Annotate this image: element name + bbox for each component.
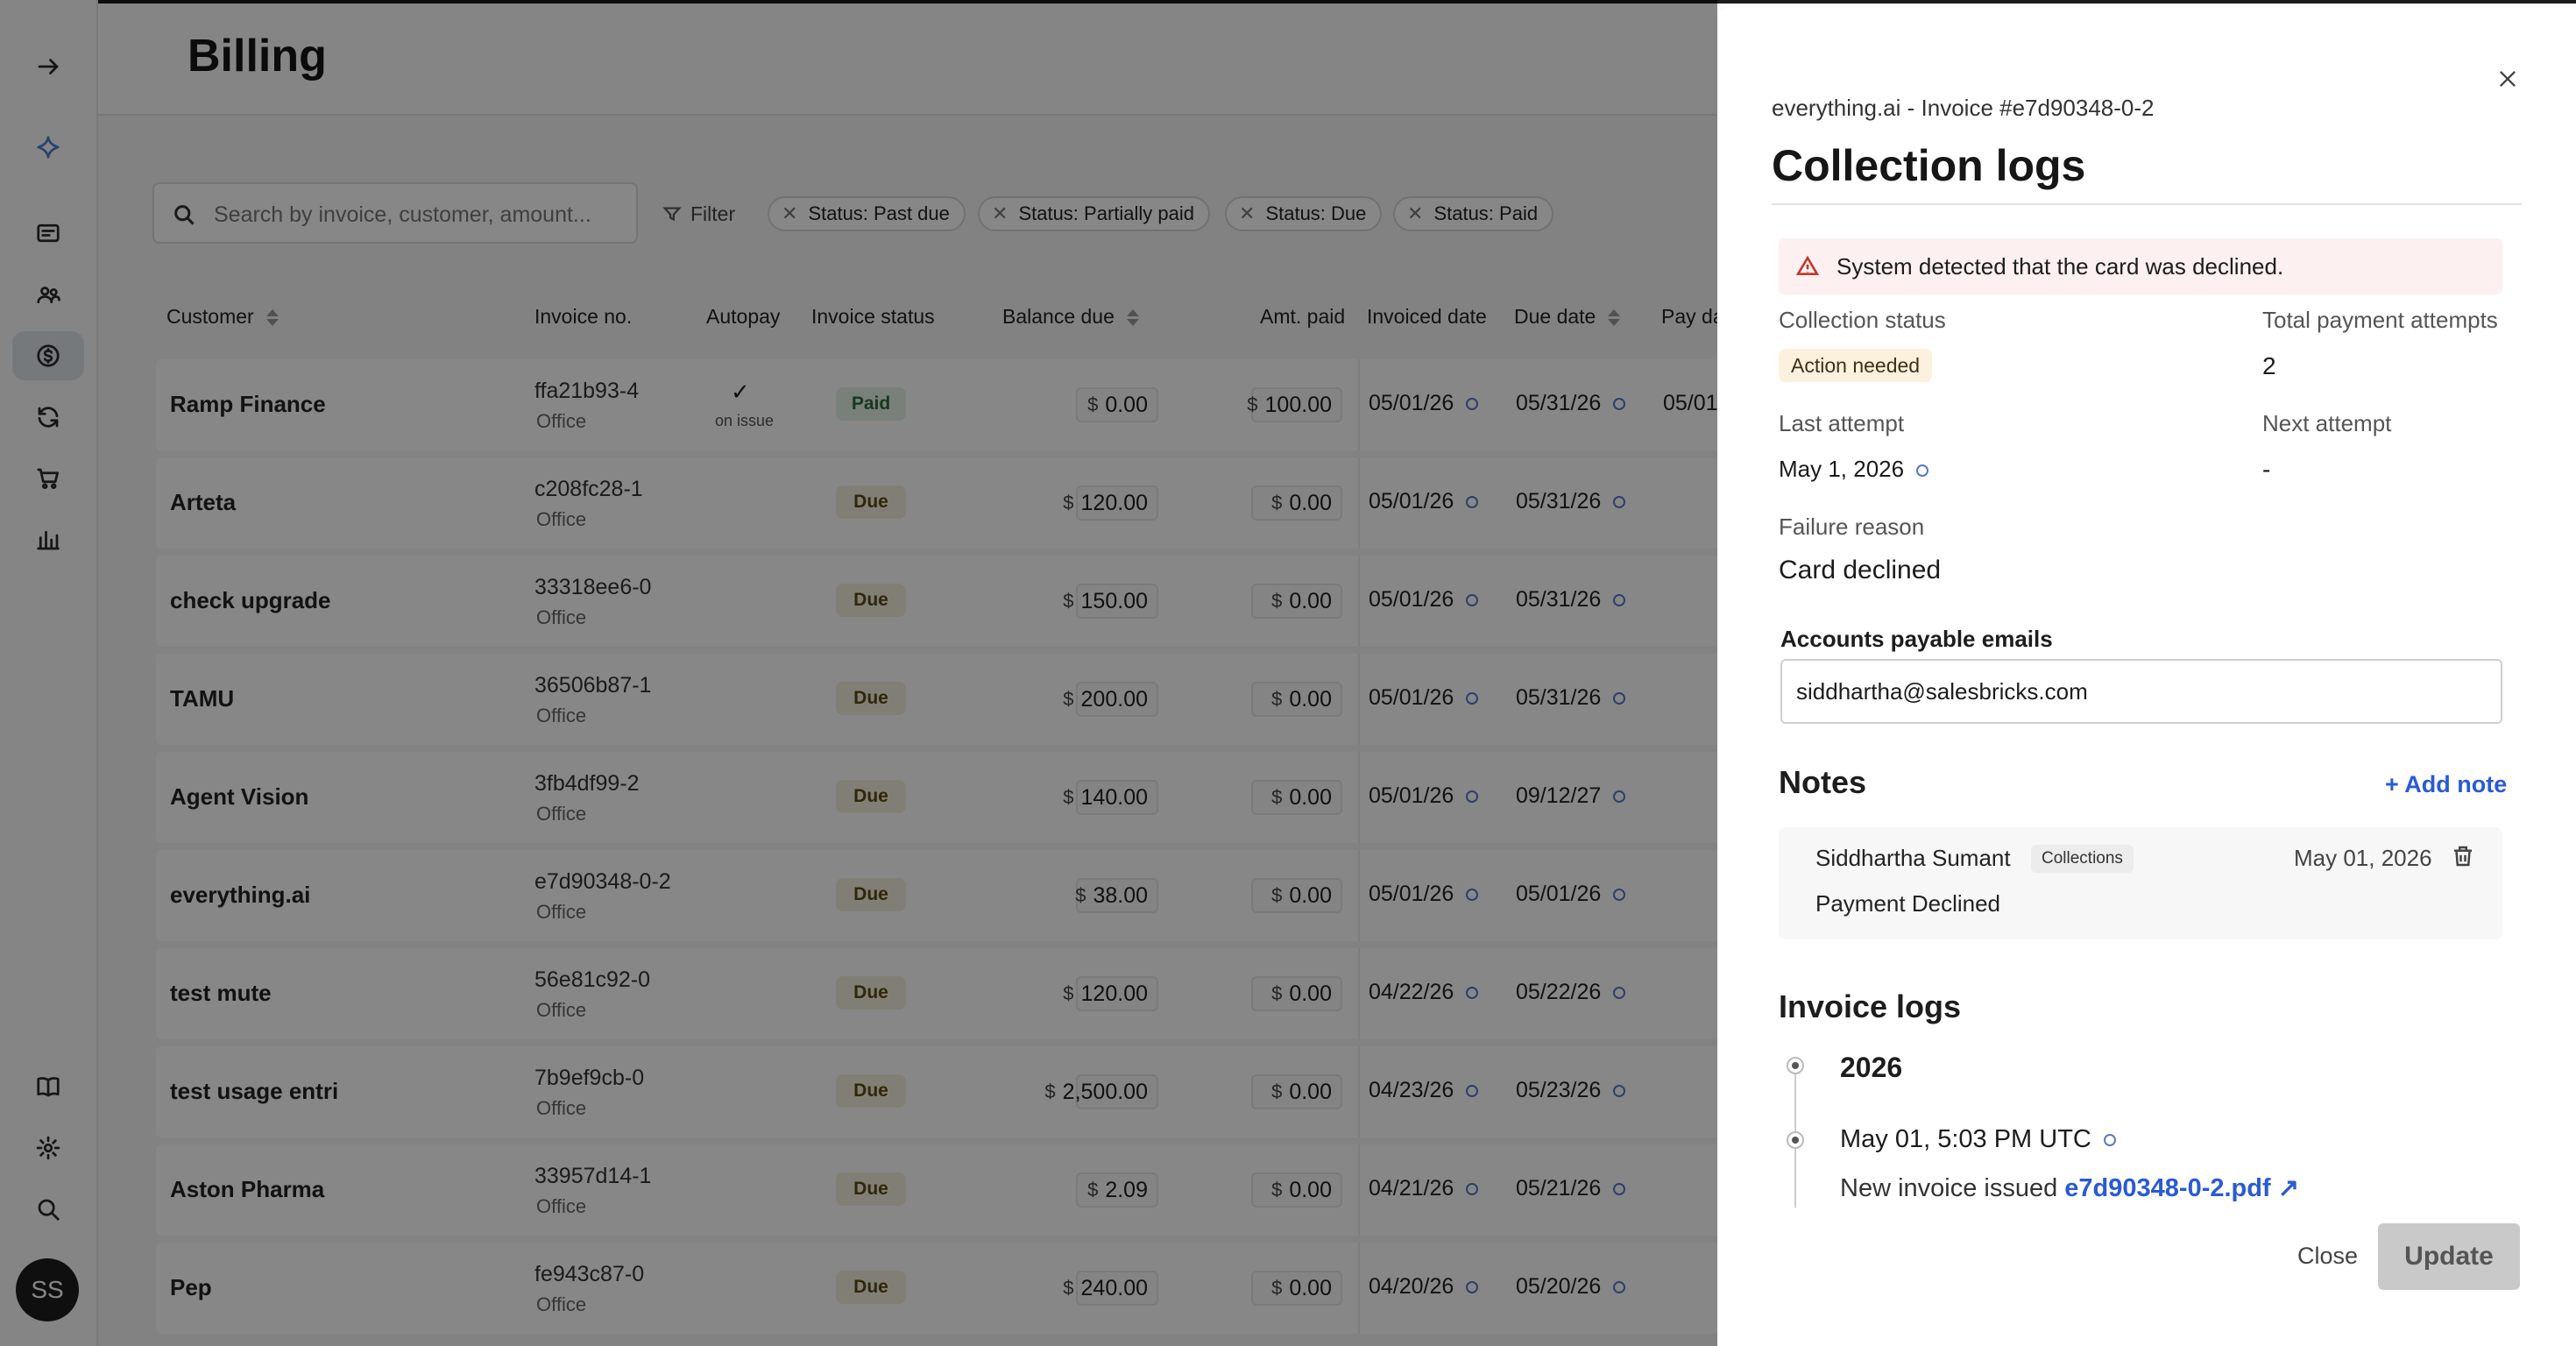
info-icon[interactable] xyxy=(2103,1134,2116,1147)
total-attempts-value: 2 xyxy=(2262,352,2276,379)
info-icon[interactable] xyxy=(1916,464,1929,478)
last-attempt-value: May 1, 2026 xyxy=(1779,456,1929,483)
log-entry: New invoice issued e7d90348-0-2.pdf ↗ xyxy=(1840,1174,2299,1202)
modal-backdrop[interactable] xyxy=(0,0,1717,1346)
trash-icon xyxy=(2454,846,2472,867)
collection-logs-panel: everything.ai - Invoice #e7d90348-0-2 Co… xyxy=(1717,7,2576,1346)
title-divider xyxy=(1772,203,2522,205)
delete-note-button[interactable] xyxy=(2450,843,2476,874)
note-card: Siddhartha Sumant Collections May 01, 20… xyxy=(1779,827,2502,939)
panel-title: Collection logs xyxy=(1772,141,2086,190)
note-date: May 01, 2026 xyxy=(2294,845,2432,871)
note-tag: Collections xyxy=(2031,845,2134,873)
external-link-icon: ↗ xyxy=(2277,1174,2299,1202)
add-note-button[interactable]: + Add note xyxy=(2385,771,2507,798)
close-button[interactable]: Close xyxy=(2297,1243,2358,1270)
warning-icon xyxy=(1796,255,1819,275)
invoice-logs-title: Invoice logs xyxy=(1779,988,1962,1024)
note-author: Siddhartha Sumant xyxy=(1815,845,2011,871)
timeline-dot xyxy=(1787,1131,1804,1149)
close-icon xyxy=(2500,71,2516,87)
failure-reason-value: Card declined xyxy=(1779,556,1942,584)
collection-status-label: Collection status xyxy=(1779,307,1946,333)
log-year: 2026 xyxy=(1840,1052,1903,1083)
note-text: Payment Declined xyxy=(1815,890,2000,917)
log-time: May 01, 5:03 PM UTC xyxy=(1840,1125,2116,1154)
decline-alert: System detected that the card was declin… xyxy=(1779,238,2502,294)
ap-emails-label: Accounts payable emails xyxy=(1780,626,2053,652)
ap-email-field[interactable] xyxy=(1780,659,2502,724)
alert-text: System detected that the card was declin… xyxy=(1836,252,2284,280)
failure-reason-label: Failure reason xyxy=(1779,514,1925,540)
status-badge: Action needed xyxy=(1779,349,1933,382)
total-attempts-label: Total payment attempts xyxy=(2262,307,2498,333)
timeline-dot xyxy=(1787,1057,1804,1074)
notes-title: Notes xyxy=(1779,764,1867,800)
invoice-pdf-link[interactable]: e7d90348-0-2.pdf ↗ xyxy=(2064,1174,2299,1202)
last-attempt-label: Last attempt xyxy=(1779,410,1905,436)
close-panel-button[interactable] xyxy=(2490,61,2525,96)
panel-subtitle: everything.ai - Invoice #e7d90348-0-2 xyxy=(1772,95,2155,121)
next-attempt-value: - xyxy=(2262,456,2271,483)
update-button[interactable]: Update xyxy=(2378,1223,2520,1290)
next-attempt-label: Next attempt xyxy=(2262,410,2392,436)
